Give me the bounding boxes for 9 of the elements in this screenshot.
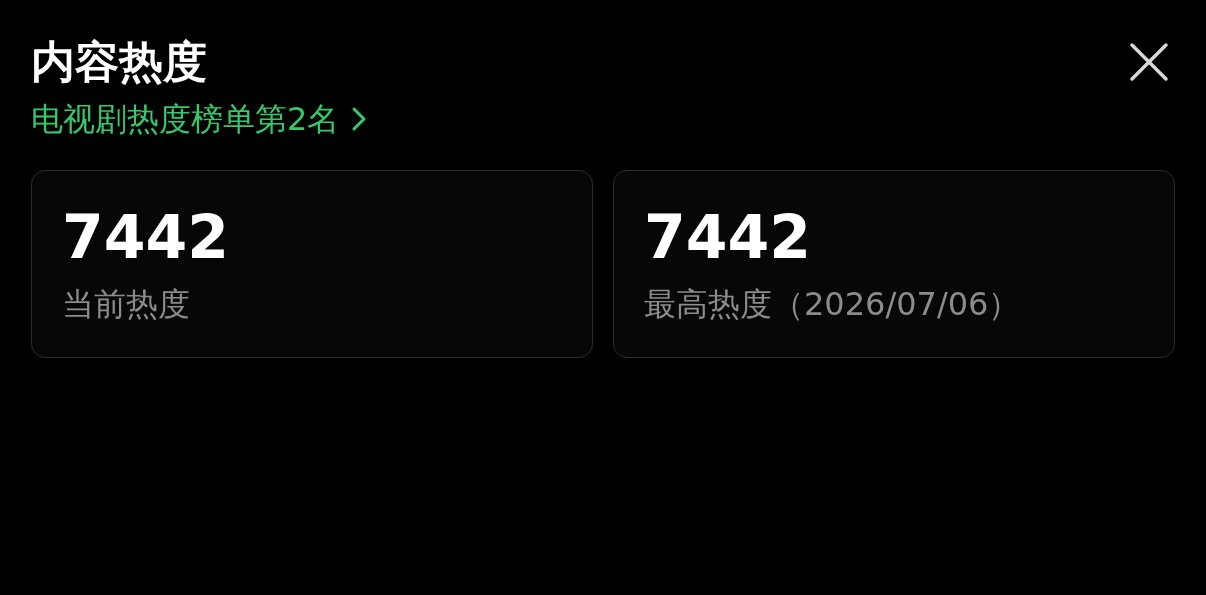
close-button[interactable]: [1129, 42, 1169, 82]
stat-label: 当前热度: [62, 284, 191, 325]
chevron-right-icon: [351, 106, 368, 132]
close-icon: [1129, 42, 1169, 82]
panel-title: 内容热度: [31, 35, 207, 89]
stat-value: 7442: [62, 201, 230, 273]
ranking-link[interactable]: 电视剧热度榜单第2名: [31, 96, 368, 142]
stat-label: 最高热度（2026/07/06）: [644, 284, 1022, 325]
stat-value: 7442: [644, 201, 812, 273]
